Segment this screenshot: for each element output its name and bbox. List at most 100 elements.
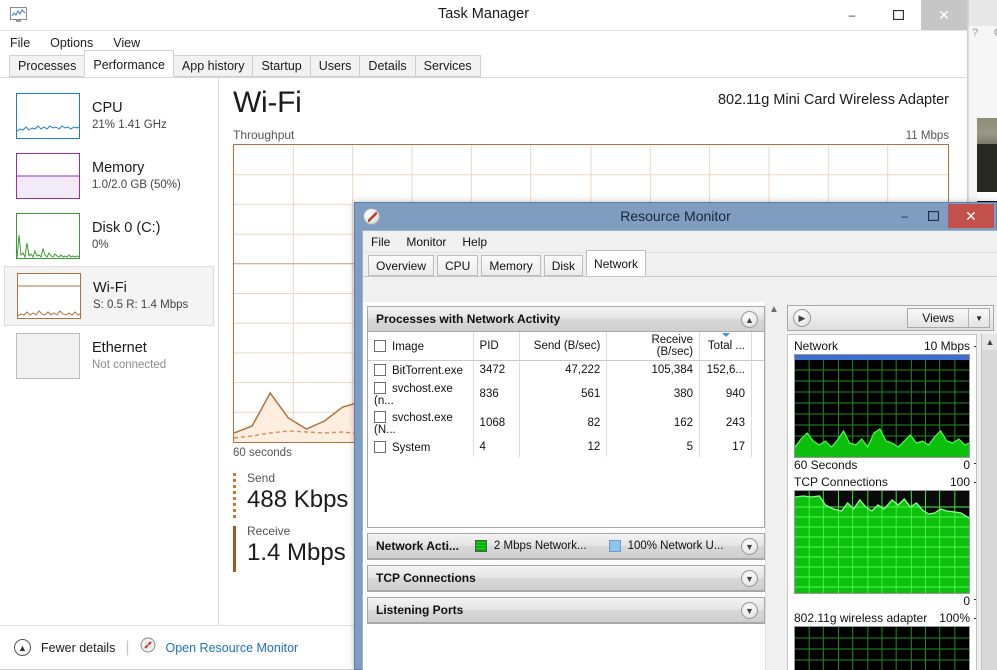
col-image[interactable]: Image [368, 332, 474, 361]
sidebar-wifi-text: Wi-Fi S: 0.5 R: 1.4 Mbps [93, 280, 188, 312]
processes-panel-title: Processes with Network Activity [376, 312, 561, 326]
table-row[interactable]: BitTorrent.exe 3472 47,222 105,384 152,6… [368, 360, 764, 380]
sidebar-disk-sub: 0% [92, 238, 109, 251]
row-checkbox[interactable] [374, 363, 386, 376]
tab-startup[interactable]: Startup [252, 55, 311, 77]
col-pid[interactable]: PID [473, 332, 521, 361]
rm-menu-monitor[interactable]: Monitor [406, 235, 446, 249]
row-checkbox[interactable] [374, 440, 386, 453]
tab-app-history[interactable]: App history [172, 55, 254, 77]
maximize-button[interactable] [875, 0, 921, 30]
charts-area: Network 10 Mbps 60 Seconds 0 TCP Connect… [787, 334, 977, 670]
cell-send: 47,222 [519, 360, 608, 380]
processes-panel-header[interactable]: Processes with Network Activity ▲ [368, 307, 764, 332]
tab-users[interactable]: Users [309, 55, 361, 77]
cell-image-label: System [392, 441, 431, 454]
throughput-label: Throughput [233, 128, 295, 142]
background-window-icons: ? ⚙ [972, 27, 997, 39]
sidebar-item-wifi[interactable]: Wi-Fi S: 0.5 R: 1.4 Mbps [4, 266, 214, 326]
chevron-down-icon[interactable]: ▼ [969, 314, 989, 323]
rm-tab-memory[interactable]: Memory [481, 255, 541, 276]
network-activity-legend-green: 2 Mbps Network... [474, 540, 587, 552]
cell-pid: 836 [473, 379, 521, 409]
background-image-strip-1 [977, 118, 997, 144]
row-checkbox[interactable] [374, 410, 386, 423]
cell-total: 17 [699, 437, 752, 457]
close-button[interactable]: ✕ [921, 0, 967, 30]
legend-swatch-green-icon [474, 540, 487, 552]
row-checkbox[interactable] [374, 381, 386, 394]
cell-spacer [752, 380, 765, 409]
sidebar-disk-text: Disk 0 (C:) 0% [92, 220, 160, 252]
cell-send: 82 [519, 408, 608, 438]
open-resource-monitor-link[interactable]: Open Resource Monitor [166, 641, 299, 655]
col-send[interactable]: Send (B/sec) [519, 332, 608, 361]
col-receive[interactable]: Receive (B/sec) [606, 332, 701, 361]
rm-tab-overview[interactable]: Overview [368, 255, 435, 276]
col-total[interactable]: Total ... [699, 332, 752, 361]
table-row[interactable]: svchost.exe (n... 836 561 380 940 [368, 379, 765, 409]
rm-minimize-button[interactable]: – [890, 204, 919, 228]
tab-processes[interactable]: Processes [9, 55, 86, 77]
rm-tab-disk[interactable]: Disk [543, 255, 584, 276]
task-manager-title: Task Manager [437, 6, 530, 22]
chevron-down-icon[interactable]: ▼ [741, 602, 758, 619]
cell-receive: 380 [606, 379, 701, 409]
sidebar-disk-title: Disk 0 (C:) [92, 220, 161, 237]
rm-close-button[interactable]: ✕ [948, 204, 994, 228]
network-activity-header[interactable]: Network Acti... 2 Mbps Network... 100% N… [368, 534, 764, 559]
rm-maximize-button[interactable] [919, 204, 948, 228]
menu-file[interactable]: File [10, 36, 30, 50]
sidebar-item-disk[interactable]: Disk 0 (C:) 0% [4, 206, 214, 266]
col-total-label: Total ... [707, 340, 745, 352]
views-button-label: Views [922, 311, 955, 325]
sidebar-item-memory[interactable]: Memory 1.0/2.0 GB (50%) [4, 146, 214, 206]
adapter-name: 802.11g Mini Card Wireless Adapter [717, 92, 949, 108]
sidebar-item-cpu[interactable]: CPU 21% 1.41 GHz [4, 86, 214, 146]
background-window-titlebar[interactable] [968, 0, 997, 26]
sidebar-memory-sub: 1.0/2.0 GB (50%) [92, 178, 181, 191]
tab-services[interactable]: Services [414, 55, 481, 77]
memory-thumbnail-graph [16, 153, 80, 199]
charts-scroll-up-icon[interactable]: ▲ [982, 334, 997, 350]
cell-spacer [752, 409, 765, 438]
chevron-down-icon[interactable]: ▼ [741, 570, 758, 587]
select-all-checkbox[interactable] [374, 339, 386, 352]
tcp-connections-header[interactable]: TCP Connections ▼ [368, 566, 764, 591]
charts-scrollbar[interactable]: ▲ [981, 334, 997, 670]
resource-monitor-titlebar[interactable]: Resource Monitor – ✕ [355, 203, 996, 230]
network-activity-panel: Network Acti... 2 Mbps Network... 100% N… [367, 533, 765, 560]
table-row[interactable]: svchost.exe (N... 1068 82 162 243 [368, 408, 765, 438]
resource-monitor-content: Processes with Network Activity ▲ Image [363, 302, 997, 670]
receive-color-bar [233, 526, 236, 572]
network-left-column: Processes with Network Activity ▲ Image [363, 302, 765, 670]
network-chart-duration: 60 Seconds [794, 458, 858, 472]
chevron-down-icon[interactable]: ▼ [741, 538, 758, 555]
tcp-connections-title: TCP Connections [376, 571, 476, 585]
chevron-right-icon[interactable]: ▶ [793, 309, 811, 327]
sidebar-item-ethernet[interactable]: Ethernet Not connected [4, 326, 214, 386]
table-row[interactable]: System 4 12 5 17 [368, 437, 764, 457]
menu-view[interactable]: View [113, 36, 140, 50]
task-manager-window-buttons: – ✕ [829, 0, 967, 30]
menu-options[interactable]: Options [50, 36, 93, 50]
listening-ports-header[interactable]: Listening Ports ▼ [368, 598, 764, 623]
tab-details[interactable]: Details [359, 55, 416, 77]
network-chart-canvas [794, 354, 970, 458]
rm-tab-cpu[interactable]: CPU [437, 255, 479, 276]
task-manager-titlebar[interactable]: Task Manager – ✕ [0, 0, 967, 30]
rm-menu-help[interactable]: Help [462, 235, 487, 249]
tab-performance[interactable]: Performance [84, 50, 174, 77]
views-button[interactable]: Views ▼ [907, 308, 990, 328]
scroll-up-icon[interactable]: ▲ [769, 304, 779, 315]
chevron-up-icon[interactable]: ▲ [14, 639, 31, 656]
minimize-button[interactable]: – [829, 0, 875, 30]
chevron-up-icon[interactable]: ▲ [741, 311, 758, 328]
network-activity-legend-blue: 100% Network U... [608, 540, 723, 552]
rm-tab-network[interactable]: Network [586, 250, 647, 276]
tcp-chart-canvas [794, 490, 970, 594]
left-panel-scrollbar[interactable]: ▲ [765, 302, 783, 670]
task-manager-tabs: Processes Performance App history Startu… [0, 50, 967, 78]
rm-menu-file[interactable]: File [371, 235, 390, 249]
fewer-details-button[interactable]: Fewer details [41, 641, 115, 655]
